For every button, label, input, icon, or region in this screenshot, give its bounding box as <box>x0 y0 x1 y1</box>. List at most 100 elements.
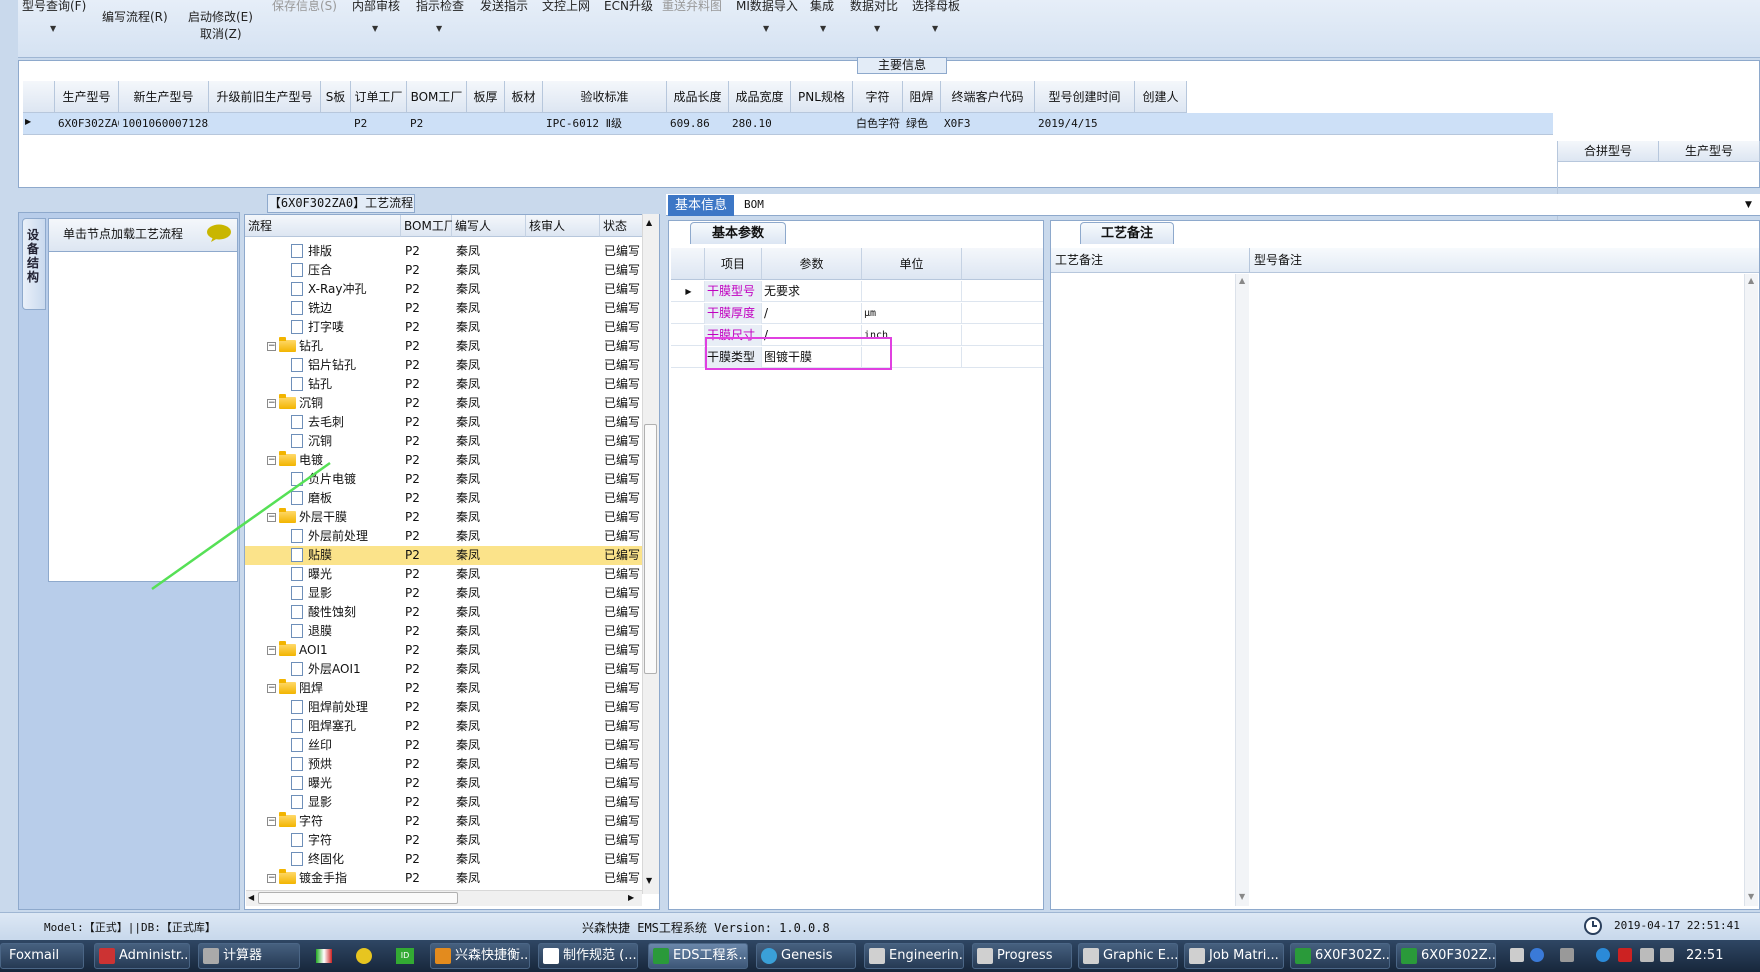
chevron-down-icon[interactable]: ▼ <box>436 24 442 33</box>
main-cell-1[interactable]: 10010600071283 <box>119 113 209 134</box>
taskbar-graphic-editor[interactable]: Graphic E... <box>1078 943 1178 969</box>
toolbar-doc-online[interactable]: 文控上网 <box>542 0 590 14</box>
taskbar-xingsen[interactable]: 兴森快捷衡... <box>430 943 530 969</box>
tree-row[interactable]: 阻焊塞孔 P2 秦凤 已编写 <box>245 717 645 736</box>
scroll-left-icon[interactable]: ◀ <box>248 893 254 902</box>
tray-app-icon[interactable] <box>316 949 332 963</box>
wechat-work-icon[interactable]: ID <box>396 948 414 964</box>
toolbar-instruction-check[interactable]: 指示检查 <box>416 0 464 14</box>
process-notes-text[interactable] <box>1051 274 1234 906</box>
tree-row[interactable]: 曝光 P2 秦凤 已编写 <box>245 774 645 793</box>
tree-row[interactable]: 显影 P2 秦凤 已编写 <box>245 793 645 812</box>
main-cell-0[interactable]: 6X0F302ZA0 <box>55 113 119 134</box>
param-unit[interactable] <box>862 281 962 302</box>
tree-group-row[interactable]: − 沉铜 P2 秦凤 已编写 <box>245 394 645 413</box>
tree-col-bom[interactable]: BOM工厂 <box>401 215 456 237</box>
main-col-8[interactable]: 验收标准 <box>543 81 667 113</box>
toolbar-data-compare[interactable]: 数据对比 <box>850 0 898 14</box>
main-col-4[interactable]: 订单工厂 <box>351 81 407 113</box>
taskbar-engineering[interactable]: Engineerin... <box>864 943 964 969</box>
toolbar-integrate[interactable]: 集成 <box>810 0 834 14</box>
param-value[interactable]: / <box>762 303 862 324</box>
tree-vertical-scroll-thumb[interactable] <box>644 424 657 674</box>
taskbar-calculator[interactable]: 计算器 <box>198 943 300 969</box>
main-cell-2[interactable] <box>209 113 321 134</box>
chevron-down-icon[interactable]: ▼ <box>932 24 938 33</box>
main-col-10[interactable]: 成品宽度 <box>729 81 791 113</box>
collapse-icon[interactable]: − <box>267 399 276 408</box>
tree-row[interactable]: 铣边 P2 秦凤 已编写 <box>245 299 645 318</box>
taskbar-eds[interactable]: EDS工程系... <box>648 943 748 969</box>
main-col-9[interactable]: 成品长度 <box>667 81 729 113</box>
merge-col-production-model[interactable]: 生产型号 <box>1659 141 1760 162</box>
tree-row[interactable]: 酸性蚀刻 P2 秦凤 已编写 <box>245 603 645 622</box>
toolbar-model-query[interactable]: 型号查询(F) <box>22 0 86 14</box>
main-col-3[interactable]: S板 <box>321 81 351 113</box>
chat-bubble-icon[interactable] <box>206 224 232 243</box>
tree-col-status[interactable]: 状态 <box>600 215 645 237</box>
tab-bom[interactable]: BOM <box>744 198 764 211</box>
chevron-down-icon[interactable]: ▼ <box>820 24 826 33</box>
tree-row[interactable]: 钻孔 P2 秦凤 已编写 <box>245 375 645 394</box>
help-icon[interactable] <box>1530 948 1544 962</box>
main-info-row[interactable]: ▶ 6X0F302ZA0 10010600071283 P2 P2 IPC-6012 Ⅱ… <box>23 113 1553 135</box>
chevron-down-icon[interactable]: ▼ <box>372 24 378 33</box>
toolbar-write-flow[interactable]: 编写流程(R) <box>102 8 168 25</box>
main-col-2[interactable]: 升级前旧生产型号 <box>209 81 321 113</box>
tab-basic-params[interactable]: 基本参数 <box>690 222 786 244</box>
param-unit[interactable]: μm <box>862 303 962 324</box>
collapse-icon[interactable]: − <box>267 874 276 883</box>
splitter-middle[interactable] <box>661 212 667 910</box>
toolbar-mi-import[interactable]: MI数据导入 <box>736 0 798 14</box>
scroll-up-icon[interactable]: ▲ <box>646 218 652 227</box>
main-col-7[interactable]: 板材 <box>505 81 543 113</box>
main-cell-5[interactable]: P2 <box>407 113 467 134</box>
scroll-up-icon[interactable]: ▲ <box>1239 276 1245 285</box>
main-col-14[interactable]: 终端客户代码 <box>941 81 1035 113</box>
tree-row[interactable]: 丝印 P2 秦凤 已编写 <box>245 736 645 755</box>
param-row[interactable]: ▶ 干膜型号 无要求 <box>671 281 1043 302</box>
param-row[interactable]: 干膜厚度 / μm <box>671 303 1043 324</box>
tree-col-reviewer[interactable]: 核审人 <box>526 215 600 237</box>
main-cell-3[interactable] <box>321 113 351 134</box>
params-col-param[interactable]: 参数 <box>762 248 862 280</box>
main-col-1[interactable]: 新生产型号 <box>119 81 209 113</box>
toolbar-send-instruction[interactable]: 发送指示 <box>480 0 528 14</box>
tray-arrow-icon[interactable] <box>1560 948 1574 962</box>
tree-row[interactable]: X-Ray冲孔 P2 秦凤 已编写 <box>245 280 645 299</box>
toolbar-resend-drawing[interactable]: 重送弁料图 <box>662 0 722 14</box>
taskbar-progress[interactable]: Progress <box>972 943 1072 969</box>
tree-row[interactable]: 打字唛 P2 秦凤 已编写 <box>245 318 645 337</box>
tree-group-row[interactable]: − 字符 P2 秦凤 已编写 <box>245 812 645 831</box>
flag-icon[interactable] <box>1618 948 1632 962</box>
tab-basic-info[interactable]: 基本信息 <box>668 195 734 216</box>
volume-icon[interactable] <box>1660 948 1674 962</box>
main-cell-4[interactable]: P2 <box>351 113 407 134</box>
tab-dropdown-icon[interactable]: ▼ <box>1745 200 1752 210</box>
main-col-5[interactable]: BOM工厂 <box>407 81 467 113</box>
tree-group-row[interactable]: − 阻焊 P2 秦凤 已编写 <box>245 679 645 698</box>
collapse-icon[interactable]: − <box>267 684 276 693</box>
chevron-down-icon[interactable]: ▼ <box>874 24 880 33</box>
main-cell-6[interactable] <box>467 113 505 134</box>
param-value[interactable]: 无要求 <box>762 281 862 302</box>
taskbar-genesis[interactable]: Genesis <box>756 943 856 969</box>
taskbar-foxmail[interactable]: Foxmail <box>0 943 84 969</box>
main-cell-10[interactable]: 280.10 <box>729 113 791 134</box>
scroll-right-icon[interactable]: ▶ <box>628 893 634 902</box>
chevron-down-icon[interactable]: ▼ <box>763 24 769 33</box>
toolbar-select-mother-board[interactable]: 选择母板 <box>912 0 960 14</box>
main-cell-9[interactable]: 609.86 <box>667 113 729 134</box>
toolbar-cancel[interactable]: 取消(Z) <box>200 25 242 42</box>
tree-row[interactable]: 排版 P2 秦凤 已编写 <box>245 242 645 261</box>
tree-row[interactable]: 沉铜 P2 秦凤 已编写 <box>245 432 645 451</box>
tab-process-notes[interactable]: 工艺备注 <box>1080 222 1174 244</box>
params-col-unit[interactable]: 单位 <box>862 248 962 280</box>
collapse-icon[interactable]: − <box>267 342 276 351</box>
tree-row[interactable]: 铝片钻孔 P2 秦凤 已编写 <box>245 356 645 375</box>
tray-app-icon[interactable] <box>1596 948 1610 962</box>
merge-col-merged-model[interactable]: 合拼型号 <box>1558 141 1659 162</box>
taskbar-model-2[interactable]: 6X0F302Z... <box>1396 943 1496 969</box>
main-cell-16[interactable] <box>1135 113 1187 134</box>
scroll-down-icon[interactable]: ▼ <box>1748 892 1754 901</box>
